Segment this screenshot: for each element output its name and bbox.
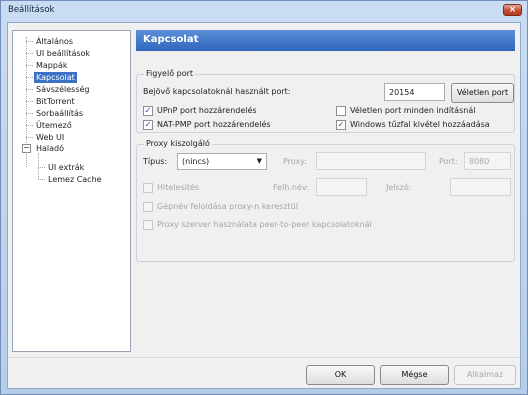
tree-item-scheduler[interactable]: Ütemező [34,120,74,131]
page-title: Kapcsolat [136,30,515,51]
password-label: Jelszó: [386,183,412,192]
p2p-proxy-checkbox[interactable] [143,220,153,230]
tree-item-bandwidth[interactable]: Sávszélesség [34,84,91,95]
username-label: Felh.név: [273,183,309,192]
random-port-button[interactable]: Véletlen port [451,83,514,103]
proxy-type-value: (nincs) [182,157,210,166]
ok-button[interactable]: OK [306,365,375,385]
proxy-type-label: Típus: [143,157,168,166]
p2p-proxy-label: Proxy szerver használata peer-to-peer ka… [157,220,372,229]
settings-tree: Általános UI beállítások Mappák Kapcsola… [12,30,131,352]
natpmp-checkbox[interactable]: ✓ [143,120,153,130]
collapse-icon[interactable]: − [22,144,31,153]
apply-button[interactable]: Alkalmaz [454,365,516,385]
random-each-start-checkbox[interactable] [336,106,346,116]
close-button[interactable]: × [503,4,522,16]
listening-port-group: Figyelő port Bejövő kapcsolatoknál haszn… [136,69,515,133]
proxy-group: Proxy kiszolgáló Típus: (nincs) ▼ Proxy:… [136,139,515,262]
settings-window: Beállítások × Általános UI beállítások M… [0,0,528,395]
upnp-label: UPnP port hozzárendelés [157,106,257,115]
password-input[interactable] [450,178,511,196]
tree-item-ui-settings[interactable]: UI beállítások [34,48,92,59]
tree-item-folders[interactable]: Mappák [34,60,70,71]
proxy-host-label: Proxy: [283,157,308,166]
tree-item-connection[interactable]: Kapcsolat [34,72,77,83]
resolve-hostnames-checkbox[interactable] [143,202,153,212]
tree-item-web-ui[interactable]: Web UI [34,132,66,143]
tree-item-general[interactable]: Általános [34,36,75,47]
firewall-checkbox[interactable]: ✓ [336,120,346,130]
natpmp-label: NAT-PMP port hozzárendelés [157,120,271,129]
tree-item-bittorrent[interactable]: BitTorrent [34,96,77,107]
random-each-start-label: Véletlen port minden indításnál [350,106,476,115]
auth-checkbox[interactable] [143,183,153,193]
listening-port-legend: Figyelő port [144,69,196,78]
window-title: Beállítások [8,5,55,15]
upnp-checkbox[interactable]: ✓ [143,106,153,116]
cancel-button[interactable]: Mégse [380,365,449,385]
dialog-client: Általános UI beállítások Mappák Kapcsola… [7,22,521,389]
auth-label: Hitelesítés [157,183,200,192]
proxy-port-input[interactable]: 8080 [464,152,511,170]
port-label: Bejövő kapcsolatoknál használt port: [143,87,291,96]
resolve-hostnames-label: Gépnév feloldása proxy-n keresztül [157,202,298,211]
divider [8,357,520,358]
firewall-label: Windows tűzfal kivétel hozzáadása [350,120,490,129]
proxy-host-input[interactable] [316,152,426,170]
proxy-type-select[interactable]: (nincs) ▼ [177,153,267,170]
tree-item-queueing[interactable]: Sorbaállítás [34,108,85,119]
tree-item-advanced[interactable]: Haladó [34,143,66,154]
chevron-down-icon: ▼ [256,157,262,165]
tree-item-disk-cache[interactable]: Lemez Cache [46,174,104,185]
title-bar: Beállítások × [1,1,527,21]
tree-item-ui-extras[interactable]: UI extrák [46,162,86,173]
proxy-port-label: Port: [439,157,458,166]
port-input[interactable]: 20154 [384,83,445,101]
proxy-legend: Proxy kiszolgáló [144,139,212,148]
username-input[interactable] [316,178,367,196]
